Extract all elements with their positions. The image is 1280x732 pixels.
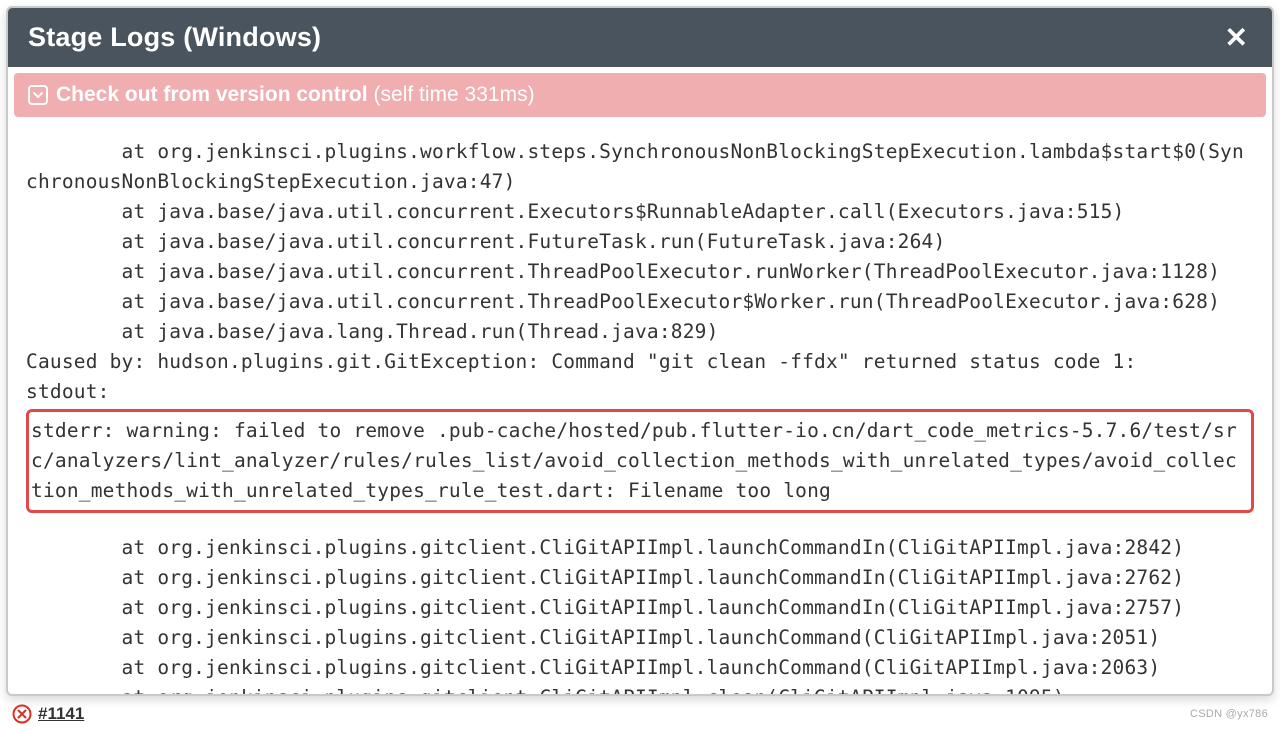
log-line-error: stderr: warning: failed to remove .pub-c… xyxy=(31,416,1245,506)
log-line: at org.jenkinsci.plugins.gitclient.CliGi… xyxy=(26,683,1254,694)
log-line: at org.jenkinsci.plugins.workflow.steps.… xyxy=(26,137,1254,197)
modal-title: Stage Logs (Windows) xyxy=(28,22,321,53)
log-output[interactable]: at org.jenkinsci.plugins.workflow.steps.… xyxy=(14,107,1266,694)
step-name: Check out from version control xyxy=(56,83,368,107)
build-number-link[interactable]: #1141 xyxy=(38,704,84,724)
log-line: at org.jenkinsci.plugins.gitclient.CliGi… xyxy=(26,653,1254,683)
stage-logs-modal: Stage Logs (Windows) ✕ Check out from ve… xyxy=(6,6,1274,696)
log-line: at org.jenkinsci.plugins.gitclient.CliGi… xyxy=(26,533,1254,563)
log-line: at org.jenkinsci.plugins.gitclient.CliGi… xyxy=(26,623,1254,653)
footer-bar: #1141 CSDN @yx786 xyxy=(12,702,1268,726)
error-icon xyxy=(12,704,32,724)
log-line: at java.base/java.util.concurrent.Future… xyxy=(26,227,1254,257)
watermark-text: CSDN @yx786 xyxy=(1190,708,1268,720)
log-line: Caused by: hudson.plugins.git.GitExcepti… xyxy=(26,347,1254,377)
log-line: at java.base/java.util.concurrent.Thread… xyxy=(26,287,1254,317)
close-icon[interactable]: ✕ xyxy=(1221,24,1252,52)
log-line: at org.jenkinsci.plugins.gitclient.CliGi… xyxy=(26,563,1254,593)
error-highlight: stderr: warning: failed to remove .pub-c… xyxy=(26,409,1254,513)
modal-body: Check out from version control (self tim… xyxy=(8,67,1272,694)
step-self-time: (self time 331ms) xyxy=(374,83,535,107)
log-line: at java.base/java.util.concurrent.Thread… xyxy=(26,257,1254,287)
log-line: at java.base/java.util.concurrent.Execut… xyxy=(26,197,1254,227)
log-line: stdout: xyxy=(26,377,1254,407)
chevron-down-icon xyxy=(28,85,48,105)
log-line: at java.base/java.lang.Thread.run(Thread… xyxy=(26,317,1254,347)
modal-header: Stage Logs (Windows) ✕ xyxy=(8,8,1272,67)
log-line: at org.jenkinsci.plugins.gitclient.CliGi… xyxy=(26,593,1254,623)
